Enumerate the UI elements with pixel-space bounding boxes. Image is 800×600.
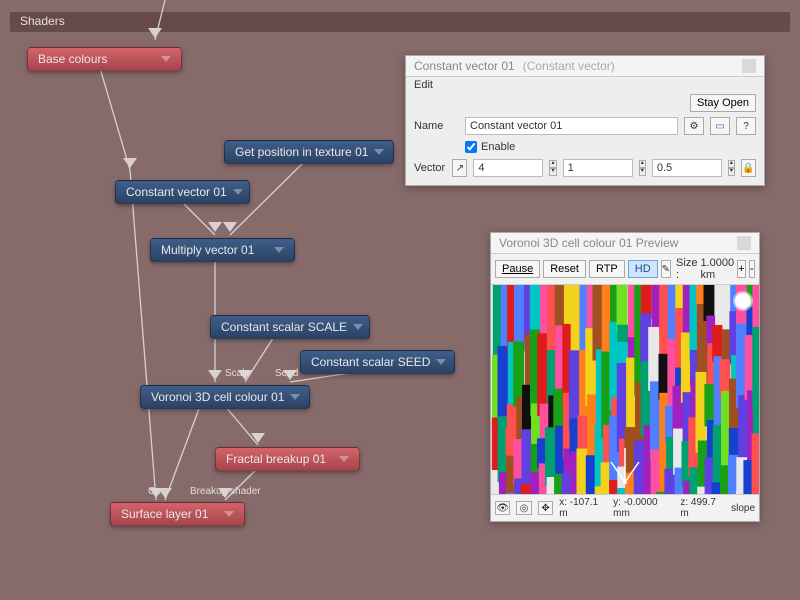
size-label: Size : xyxy=(676,257,697,281)
close-icon[interactable] xyxy=(737,236,751,250)
lock-icon[interactable]: 🔒 xyxy=(741,159,756,177)
sun-icon xyxy=(735,293,751,309)
preview-icon[interactable]: ▭ xyxy=(710,117,730,135)
editor-panel[interactable]: Constant vector 01 (Constant vector) Edi… xyxy=(405,55,765,186)
name-label: Name xyxy=(414,120,459,132)
eye-icon[interactable]: 👁 xyxy=(495,501,510,515)
name-field[interactable] xyxy=(465,117,678,135)
node-fractal-breakup[interactable]: Fractal breakup 01 xyxy=(215,447,360,471)
vx-down[interactable]: ▾ xyxy=(549,168,556,176)
vector-x-field[interactable] xyxy=(473,159,543,177)
port-label-co: Co... xyxy=(148,486,169,497)
node-constant-scalar-scale[interactable]: Constant scalar SCALE xyxy=(210,315,370,339)
preview-viewport[interactable] xyxy=(491,285,759,494)
node-constant-scalar-seed[interactable]: Constant scalar SEED xyxy=(300,350,455,374)
preview-status-bar: 👁 ◎ ✥ x: -107.1 m y: -0.0000 mm z: 499.7… xyxy=(491,494,759,521)
reset-button[interactable]: Reset xyxy=(543,260,586,278)
menu-edit[interactable]: Edit xyxy=(414,79,433,91)
port-label-scale: Scale xyxy=(225,368,250,379)
vy-up[interactable]: ▴ xyxy=(639,160,646,168)
editor-panel-title: Constant vector 01 xyxy=(414,59,515,73)
vy-down[interactable]: ▾ xyxy=(639,168,646,176)
editor-panel-menubar: Edit xyxy=(406,77,764,93)
node-surface-layer[interactable]: Surface layer 01 xyxy=(110,502,245,526)
section-title: Shaders xyxy=(20,14,65,28)
zoom-in-button[interactable]: + xyxy=(737,260,745,278)
zoom-out-button[interactable]: - xyxy=(749,260,755,278)
coord-y: y: -0.0000 mm xyxy=(613,497,674,519)
gear-icon[interactable]: ⚙ xyxy=(684,117,704,135)
node-base-colours[interactable]: Base colours xyxy=(27,47,182,71)
help-icon[interactable]: ? xyxy=(736,117,756,135)
vz-up[interactable]: ▴ xyxy=(728,160,735,168)
stay-open-button[interactable]: Stay Open xyxy=(690,94,756,112)
node-constant-vector[interactable]: Constant vector 01 xyxy=(115,180,250,204)
port-label-seed: Seed xyxy=(275,368,298,379)
port-label-breakup: Breakup shader xyxy=(190,486,261,497)
coord-x: x: -107.1 m xyxy=(559,497,607,519)
move-icon[interactable]: ✥ xyxy=(538,501,553,515)
preview-panel-title: Voronoi 3D cell colour 01 Preview xyxy=(499,236,678,250)
slope-label: slope xyxy=(731,503,755,514)
brush-icon[interactable]: ✎ xyxy=(661,260,671,278)
preview-panel-titlebar[interactable]: Voronoi 3D cell colour 01 Preview xyxy=(491,233,759,254)
vx-up[interactable]: ▴ xyxy=(549,160,556,168)
size-value: 1.0000 km xyxy=(700,257,734,281)
uniform-scale-icon[interactable]: ↗ xyxy=(452,159,467,177)
enable-checkbox[interactable] xyxy=(465,141,477,153)
coord-z: z: 499.7 m xyxy=(680,497,725,519)
hd-button[interactable]: HD xyxy=(628,260,658,278)
node-get-position[interactable]: Get position in texture 01 xyxy=(224,140,394,164)
node-multiply-vector[interactable]: Multiply vector 01 xyxy=(150,238,295,262)
rtp-button[interactable]: RTP xyxy=(589,260,625,278)
vector-z-field[interactable] xyxy=(652,159,722,177)
close-icon[interactable] xyxy=(742,59,756,73)
editor-panel-subtitle: (Constant vector) xyxy=(523,59,615,73)
section-header: Shaders xyxy=(10,12,790,32)
preview-panel[interactable]: Voronoi 3D cell colour 01 Preview Pause … xyxy=(490,232,760,522)
editor-panel-titlebar[interactable]: Constant vector 01 (Constant vector) xyxy=(406,56,764,77)
voronoi-pattern xyxy=(491,285,759,494)
enable-label: Enable xyxy=(481,141,515,153)
preview-toolbar: Pause Reset RTP HD ✎ Size : 1.0000 km + … xyxy=(491,254,759,285)
vector-y-field[interactable] xyxy=(563,159,633,177)
target-icon[interactable]: ◎ xyxy=(516,501,531,515)
vector-label: Vector xyxy=(414,162,446,174)
vz-down[interactable]: ▾ xyxy=(728,168,735,176)
node-voronoi-cell[interactable]: Voronoi 3D cell colour 01 xyxy=(140,385,310,409)
pause-button[interactable]: Pause xyxy=(495,260,540,278)
